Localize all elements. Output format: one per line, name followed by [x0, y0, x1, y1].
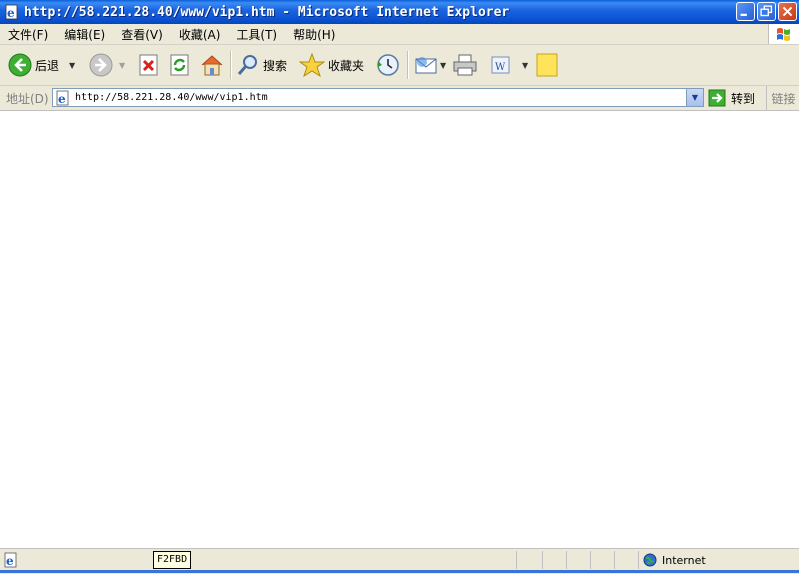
stop-icon [139, 54, 158, 76]
back-arrow-icon [8, 53, 32, 77]
forward-button[interactable]: ▼ [89, 45, 125, 85]
address-url: http://58.221.28.40/www/vip1.htm [75, 92, 268, 103]
mail-dropdown-icon[interactable]: ▼ [440, 61, 446, 70]
print-button[interactable] [452, 45, 478, 85]
printer-icon [453, 54, 477, 76]
window-title: http://58.221.28.40/www/vip1.htm - Micro… [24, 4, 510, 20]
search-label: 搜索 [263, 58, 288, 73]
forward-dropdown-icon[interactable]: ▼ [119, 61, 125, 70]
svg-text:W: W [495, 62, 506, 73]
go-button[interactable]: 转到 [708, 88, 755, 108]
history-icon [377, 54, 399, 76]
ie-page-icon: e [4, 4, 20, 20]
back-dropdown-icon[interactable]: ▼ [69, 61, 75, 70]
security-zone: Internet [643, 553, 706, 567]
globe-icon [643, 553, 657, 567]
search-icon [237, 55, 257, 75]
page-content[interactable] [0, 111, 799, 548]
refresh-icon [170, 54, 189, 76]
menu-edit[interactable]: 编辑(E) [56, 26, 113, 43]
mail-button[interactable]: ▼ [414, 45, 446, 85]
menu-favorites[interactable]: 收藏(A) [171, 26, 229, 43]
favorites-label: 收藏夹 [328, 58, 365, 73]
svg-text:e: e [6, 554, 14, 568]
windows-logo-icon [768, 24, 799, 44]
status-tooltip: F2FBD [153, 551, 192, 569]
word-document-icon: W [491, 56, 510, 74]
restore-button[interactable] [757, 2, 776, 21]
links-label: 链接 [771, 91, 796, 106]
home-icon [201, 55, 223, 76]
menu-tools[interactable]: 工具(T) [228, 26, 285, 43]
go-label: 转到 [731, 91, 756, 106]
edit-button[interactable]: W ▼ [490, 45, 528, 85]
messenger-button[interactable] [535, 45, 559, 85]
address-input[interactable]: e http://58.221.28.40/www/vip1.htm ▼ [52, 88, 704, 107]
ie-page-icon: e [56, 90, 69, 106]
stop-button[interactable] [138, 45, 160, 85]
refresh-button[interactable] [169, 45, 191, 85]
home-button[interactable] [199, 45, 225, 85]
address-dropdown-icon[interactable]: ▼ [686, 89, 703, 106]
ie-page-icon: e [4, 552, 17, 568]
favorites-button[interactable]: 收藏夹 [299, 45, 364, 85]
search-button[interactable]: 搜索 [236, 45, 287, 85]
address-label: 地址(D) [6, 92, 49, 106]
title-bar[interactable]: e http://58.221.28.40/www/vip1.htm - Mic… [0, 0, 799, 24]
menu-bar: 文件(F) 编辑(E) 查看(V) 收藏(A) 工具(T) 帮助(H) [0, 24, 799, 45]
svg-text:e: e [7, 6, 15, 20]
standard-toolbar: 后退 ▼ ▼ 搜索 收藏夹 ▼ W ▼ [0, 45, 799, 86]
back-button[interactable]: 后退 ▼ [8, 45, 75, 85]
go-arrow-icon [708, 89, 726, 107]
mail-icon [415, 57, 437, 74]
back-label: 后退 [35, 58, 60, 73]
menu-file[interactable]: 文件(F) [0, 26, 56, 43]
favorites-star-icon [299, 53, 325, 77]
menu-view[interactable]: 查看(V) [113, 26, 171, 43]
zone-label: Internet [662, 553, 706, 567]
links-button[interactable]: 链接 [766, 86, 799, 110]
minimize-button[interactable] [736, 2, 755, 21]
edit-dropdown-icon[interactable]: ▼ [522, 61, 528, 70]
note-icon [536, 53, 558, 77]
svg-text:e: e [58, 92, 66, 106]
forward-arrow-icon [89, 53, 113, 77]
menu-help[interactable]: 帮助(H) [285, 26, 343, 43]
close-button[interactable] [778, 2, 797, 21]
address-bar: 地址(D) e http://58.221.28.40/www/vip1.htm… [0, 86, 799, 111]
history-button[interactable] [375, 45, 401, 85]
